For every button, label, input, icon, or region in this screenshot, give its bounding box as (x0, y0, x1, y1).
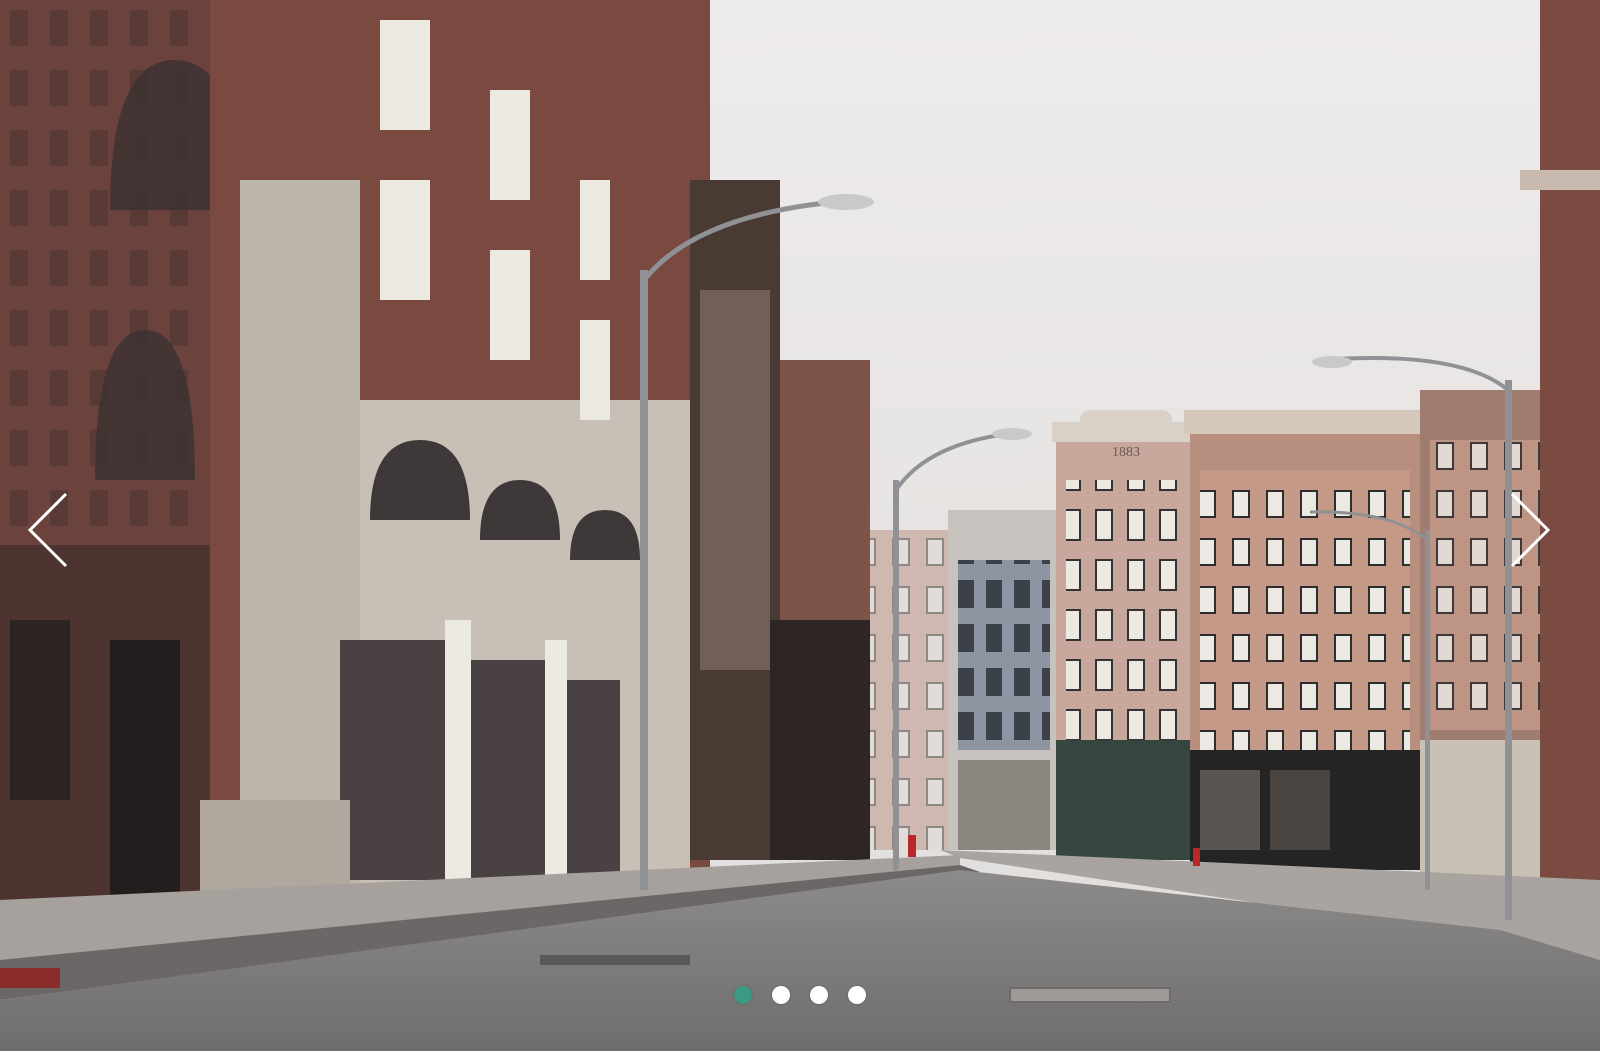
carousel-bottom-border (0, 1051, 1600, 1057)
image-carousel: 1883 (0, 0, 1600, 1057)
chevron-left-icon (27, 492, 68, 568)
carousel-slide-street-scene: 1883 (0, 0, 1600, 1057)
carousel-prev-button[interactable] (18, 480, 78, 580)
carousel-dot-3[interactable] (810, 986, 828, 1004)
carousel-next-button[interactable] (1500, 480, 1560, 580)
street-scene-image: 1883 (0, 0, 1600, 1057)
carousel-pagination (0, 986, 1600, 1004)
building-date-sign: 1883 (1112, 445, 1140, 460)
carousel-dot-1[interactable] (734, 986, 752, 1004)
chevron-right-icon (1510, 492, 1551, 568)
carousel-dot-4[interactable] (848, 986, 866, 1004)
carousel-dot-2[interactable] (772, 986, 790, 1004)
